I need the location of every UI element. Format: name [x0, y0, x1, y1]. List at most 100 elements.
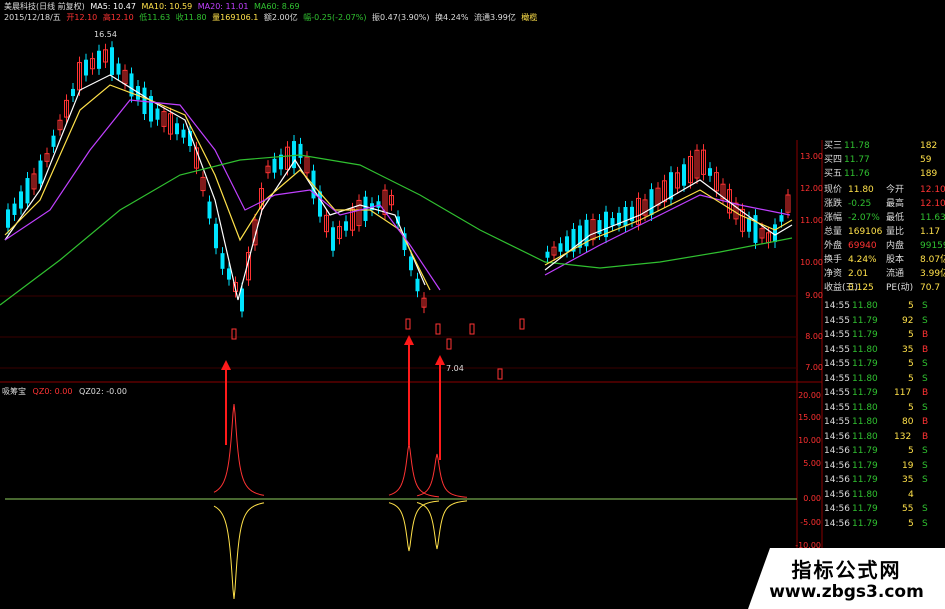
indicator-axis-tick: 15.00 [798, 413, 821, 422]
tick-time: 14:55 [824, 301, 850, 311]
turnover-value: 换4.24% [435, 13, 469, 22]
tick-volume: 5 [908, 518, 914, 529]
stat-label: 内盘 [886, 241, 905, 251]
tick-row: 14:55 11.80 5 S [822, 402, 945, 415]
indicator-spike [213, 502, 265, 600]
high-price-label: 16.54 [94, 30, 117, 39]
stat-value: -0.25 [848, 199, 872, 209]
indicator-axis-tick: 0.00 [803, 494, 821, 503]
high-value: 高12.10 [102, 13, 134, 22]
tick-time: 14:55 [824, 344, 850, 355]
tick-row: 14:55 11.80 35 B [822, 344, 945, 357]
indicator-axis-tick: 20.00 [798, 391, 821, 400]
tick-price: 11.79 [852, 330, 878, 340]
ma20-value: MA20: 11.01 [197, 2, 249, 11]
tick-price: 11.79 [852, 315, 878, 326]
tick-time: 14:55 [824, 373, 850, 384]
tick-price: 11.80 [852, 373, 878, 384]
tick-volume: 5 [908, 373, 914, 384]
stat-label: 涨跌 [824, 199, 843, 209]
candle-body [12, 203, 17, 215]
tick-time: 14:56 [824, 489, 850, 500]
stat-label: 外盘 [824, 241, 843, 251]
stat-value: 4.24% [848, 255, 877, 265]
stat-value: 69940 [848, 241, 877, 251]
tick-price: 11.79 [852, 388, 878, 398]
indicator-spike [213, 403, 265, 496]
stat-label: 流通 [886, 269, 905, 279]
tick-volume: 5 [908, 359, 914, 369]
change-value: 幅-0.25(-2.07%) [303, 13, 367, 22]
bid-row: 买三 11.78 182 [822, 140, 945, 153]
tick-volume: 19 [902, 460, 914, 471]
bid-volume: 189 [920, 169, 938, 179]
candle-body [175, 123, 179, 135]
candle-body [207, 201, 212, 219]
tick-volume: 117 [894, 388, 912, 398]
indicator-name[interactable]: 吸筹宝 [2, 387, 26, 396]
indicator-axis-tick: -5.00 [800, 518, 821, 527]
tick-price: 11.79 [852, 460, 878, 471]
tick-volume: 35 [902, 475, 914, 485]
stat-row: 换手 4.24% 股本 8.07亿 [822, 254, 945, 267]
candle-body [435, 323, 441, 335]
price-axis-tick: 12.00 [800, 184, 823, 193]
tick-row: 14:56 11.80 132 B [822, 431, 945, 444]
stat-row: 总量 169106 量比 1.17 [822, 226, 945, 239]
tick-time: 14:56 [824, 446, 850, 456]
tick-volume: 35 [902, 344, 914, 355]
stat-value: 12.10 [920, 199, 945, 209]
candle-body [116, 63, 121, 75]
stat-row: 涨幅 -2.07% 最低 11.63 [822, 212, 945, 225]
tick-price: 11.80 [852, 489, 878, 500]
moving-average-lines [0, 74, 793, 306]
candle-body [25, 178, 30, 204]
candlesticks [6, 41, 791, 380]
stat-value: 3.99亿 [920, 269, 945, 279]
candle-body [649, 189, 654, 215]
candle-body [214, 223, 218, 249]
stat-value: 8.07亿 [920, 255, 945, 265]
price-axis-tick: 10.00 [800, 258, 823, 267]
tick-direction: S [922, 518, 928, 529]
price-axis-tick: 13.00 [800, 152, 823, 161]
tick-time: 14:56 [824, 475, 850, 485]
tick-price: 11.79 [852, 475, 878, 485]
stat-row: 涨跌 -0.25 最高 12.10 [822, 198, 945, 211]
indicator-spike [388, 443, 440, 498]
candle-body [6, 209, 10, 228]
indicator-spike [416, 453, 468, 498]
tick-row: 14:56 11.79 19 S [822, 460, 945, 473]
tick-volume: 132 [894, 431, 912, 442]
tick-row: 14:55 11.80 80 B [822, 416, 945, 429]
candle-body [779, 215, 784, 222]
tick-time: 14:55 [824, 417, 850, 427]
stat-value: 12.10 [920, 185, 945, 195]
tick-volume: 5 [908, 446, 914, 456]
ma60-line [0, 154, 793, 306]
tick-direction: B [922, 344, 929, 355]
bid-price: 11.77 [844, 155, 870, 165]
candle-body [773, 224, 777, 242]
stat-row: 净资 2.01 流通 3.99亿 [822, 268, 945, 281]
candle-body [155, 108, 160, 120]
stock-title[interactable]: 美晨科技(日线 前复权) [4, 2, 85, 11]
candle-body [19, 191, 23, 209]
candle-body [220, 253, 225, 269]
tick-direction: B [922, 431, 929, 442]
stat-label: 股本 [886, 255, 905, 265]
tick-time: 14:55 [824, 388, 850, 398]
stat-value: 1.17 [920, 227, 941, 237]
quote-panel: 买三 11.78 182 买四 11.77 59 买五 11.76 189 现价 11.80 今开 12… [822, 140, 945, 609]
tick-time: 14:56 [824, 431, 850, 442]
stat-label: 总量 [824, 227, 843, 237]
tick-row: 14:56 11.79 55 S [822, 503, 945, 516]
stat-value: 99159 [920, 241, 945, 251]
candle-body [331, 227, 335, 251]
price-gridlines [0, 295, 797, 369]
indicator-axis-tick: 10.00 [798, 436, 821, 445]
tick-direction: B [922, 388, 929, 398]
amplitude-value: 振0.47(3.90%) [372, 13, 430, 22]
buy-arrow-head [435, 355, 445, 365]
tick-row: 14:55 11.79 5 B [822, 329, 945, 342]
